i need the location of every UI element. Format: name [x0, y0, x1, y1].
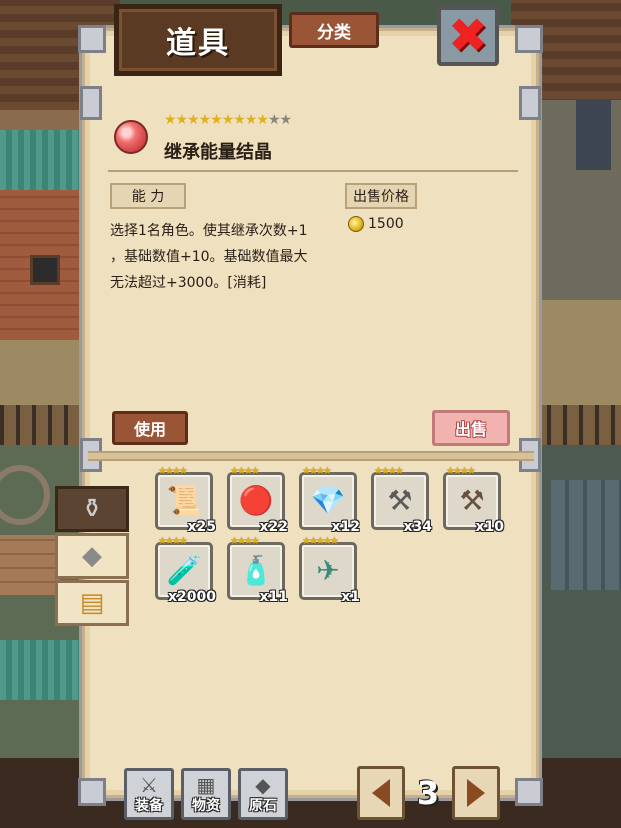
pink-orb-icon: 🔴	[238, 484, 274, 517]
price-display: 1500	[348, 216, 404, 232]
materials-label: 物资	[192, 798, 220, 814]
slot-stars: ★★★★	[230, 466, 260, 477]
scroll-book-icon: 📜	[166, 484, 202, 517]
panel-title-box: 道具	[114, 4, 282, 76]
description-line: ，基础数值+10。基础数值最大	[110, 249, 308, 265]
panel-title: 道具	[166, 26, 230, 61]
ore-button[interactable]: ◆ 原石	[238, 768, 288, 820]
inventory-slot[interactable]: ★★★★ ⚒ x34	[371, 466, 432, 535]
next-page-button[interactable]	[452, 766, 500, 820]
equipment-label: 装备	[135, 798, 163, 814]
door	[576, 100, 611, 170]
category-button[interactable]: 分类	[289, 12, 379, 48]
close-button[interactable]: ✖	[437, 6, 499, 66]
arrow-right-icon	[467, 779, 485, 807]
close-icon: ✖	[447, 8, 489, 64]
price-value: 1500	[368, 216, 404, 232]
previous-page-button[interactable]	[357, 766, 405, 820]
arrow-left-icon	[372, 779, 390, 807]
anvil-icon: ▦	[196, 773, 216, 797]
inventory-slot[interactable]: ★★★★ 💎 x12	[299, 466, 360, 535]
panel-corner	[515, 778, 543, 806]
slot-stars: ★★★★	[374, 466, 404, 477]
slot-stars: ★★★★	[230, 536, 260, 547]
teal-roof	[0, 130, 90, 190]
description-line: 无法超过+3000。[消耗]	[110, 275, 267, 291]
equipment-button[interactable]: ⚔ 装备	[124, 768, 174, 820]
slot-quantity: x1	[341, 589, 360, 605]
fence-left	[0, 405, 90, 445]
slot-quantity: x10	[475, 519, 504, 535]
panel-divider	[88, 451, 534, 461]
slot-stars: ★★★★	[158, 466, 188, 477]
slot-quantity: x12	[331, 519, 360, 535]
tab-chests[interactable]: ▤	[55, 580, 129, 626]
slot-stars: ★★★★	[446, 466, 476, 477]
slot-quantity: x25	[187, 519, 216, 535]
slot-quantity: x2000	[168, 589, 216, 605]
item-header: ★★★★★★★★★★★ 继承能量结晶	[108, 108, 518, 172]
tab-consumables[interactable]: ⚱	[55, 486, 129, 532]
slot-stars: ★★★★	[302, 466, 332, 477]
inventory-slot[interactable]: ★★★★ 🧴 x11	[227, 536, 288, 605]
item-name: 继承能量结晶	[164, 142, 272, 163]
window	[30, 255, 60, 285]
materials-button[interactable]: ▦ 物资	[181, 768, 231, 820]
inventory-slot[interactable]: ★★★★ ⚒ x10	[443, 466, 504, 535]
teal-roof-lower	[0, 640, 90, 700]
panel-knob	[80, 86, 102, 120]
panel-knob	[519, 86, 541, 120]
tab-ores[interactable]: ◆	[55, 533, 129, 579]
rarity-stars-empty: ★★	[267, 112, 292, 128]
ground-left	[0, 340, 90, 410]
sale-price-label: 出售价格	[345, 183, 417, 209]
yellow-bottle-icon: 🧴	[238, 554, 274, 587]
page-number: 3	[416, 774, 440, 812]
panel-corner	[78, 778, 106, 806]
bronze-anvil-icon: ⚒	[459, 484, 485, 517]
inventory-slot[interactable]: ★★★★★ ✈ x1	[299, 536, 360, 605]
blue-crystal-icon: 💎	[310, 484, 346, 517]
panel-corner	[515, 25, 543, 53]
slot-quantity: x34	[403, 519, 432, 535]
inventory-slot[interactable]: ★★★★ 🧪 x2000	[155, 536, 216, 605]
ability-label: 能 力	[110, 183, 186, 209]
ore-label: 原石	[249, 798, 277, 814]
chest-icon: ▤	[79, 588, 105, 618]
slot-quantity: x11	[259, 589, 288, 605]
panel-corner	[78, 25, 106, 53]
item-description: 选择1名角色。使其继承次数+1 ，基础数值+10。基础数值最大 无法超过+300…	[110, 218, 340, 296]
barrels	[551, 480, 621, 590]
crates	[0, 535, 60, 595]
rarity-stars-filled: ★★★★★★★★★	[164, 112, 269, 128]
slot-stars: ★★★★	[158, 536, 188, 547]
red-anvil-icon: ⚒	[387, 484, 413, 517]
green-potion-icon: 🧪	[166, 554, 202, 587]
pink-orb-icon	[114, 120, 148, 154]
rarity-stars: ★★★★★★★★★★★	[164, 112, 292, 128]
ground-right	[531, 300, 621, 410]
inventory-slot[interactable]: ★★★★ 📜 x25	[155, 466, 216, 535]
slot-quantity: x22	[259, 519, 288, 535]
sell-button[interactable]: 出售	[432, 410, 510, 446]
crossed-swords-icon: ⚔	[140, 773, 158, 797]
slot-stars: ★★★★★	[302, 536, 339, 547]
gem-icon: ◆	[255, 773, 271, 797]
green-ship-icon: ✈	[316, 554, 340, 587]
inventory-slot[interactable]: ★★★★ 🔴 x22	[227, 466, 288, 535]
bottle-icon: ⚱	[81, 494, 103, 524]
description-line: 选择1名角色。使其继承次数+1	[110, 223, 308, 239]
fence-right	[531, 405, 621, 445]
use-button[interactable]: 使用	[112, 411, 188, 445]
coin-icon	[348, 216, 364, 232]
ore-icon: ◆	[82, 541, 102, 571]
